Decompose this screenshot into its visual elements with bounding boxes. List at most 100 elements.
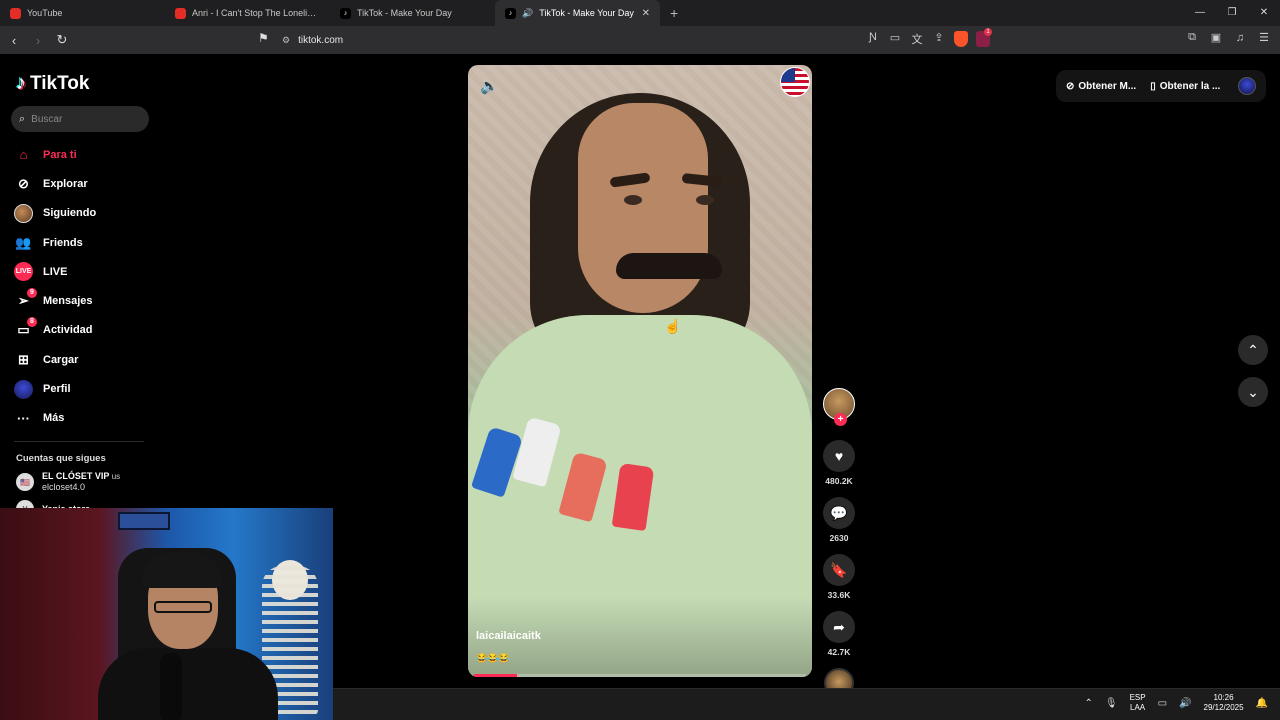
browser-toolbar: ‹ › ↻ ⚑ ⚙ tiktok.com Ɲ ▭ 文 ⇪ 1 ⧉ ▣ ♫ ☰ [0,26,1280,54]
youtube-icon [175,7,186,19]
restore-window-button[interactable]: ❐ [1216,0,1248,26]
compass-icon: ⊘ [18,175,29,191]
browser-tab-active[interactable]: ♪ 🔊 TikTok - Make Your Day ✕ [495,0,660,26]
volume-icon[interactable]: 🔈 [480,77,499,95]
language-indicator[interactable]: ESP LAA [1130,693,1146,713]
chevron-up-icon[interactable]: ⌃ [1084,698,1092,709]
activity-icon: ▭ 8 [14,316,37,340]
activity-badge: 8 [27,316,37,327]
address-bar[interactable]: ⚙ tiktok.com [282,31,343,49]
extensions-icon[interactable]: ⧉ [1184,31,1200,44]
cast-icon[interactable]: ▭ [888,31,902,47]
video-subject-eye [624,195,642,205]
sidebar-item-para-ti[interactable]: ⌂ Para ti [14,140,154,169]
back-button[interactable]: ‹ [4,33,24,48]
forward-button[interactable]: › [28,33,48,48]
share-arrow-icon: ➦ [833,618,845,635]
user-avatar[interactable] [1238,77,1256,95]
search-input[interactable] [31,113,132,125]
clock-date: 29/12/2025 [1203,703,1244,712]
minimize-window-button[interactable]: — [1184,0,1216,26]
share-button[interactable]: ➦ [823,611,855,643]
us-flag-icon [780,67,810,97]
tab-title: YouTube [27,8,63,18]
account-name: EL CLÓSET VIP [42,471,110,481]
microphone-icon[interactable]: 🎙 [1105,698,1118,709]
sidebar-item-explorar[interactable]: ⊘ Explorar [14,169,154,198]
menu-icon[interactable]: ☰ [1256,31,1272,44]
site-info-icon[interactable]: ⚙ [282,35,290,46]
tiktok-icon: ♪ [340,7,351,19]
phone-icon: ▯ [1150,80,1156,92]
sidebar-item-label: Siguiendo [43,207,97,220]
share-icon[interactable]: ⇪ [932,31,946,47]
video-player[interactable]: 🔈 laicailaicaitk 😂😂😂 [468,65,812,677]
sidebar-item-mensajes[interactable]: ➢ 9 Mensajes [14,286,154,315]
close-window-button[interactable]: ✕ [1248,0,1280,26]
sidebar-item-cargar[interactable]: ⊞ Cargar [14,345,154,374]
video-progress-bar[interactable] [474,674,806,677]
browser-tab[interactable]: ♪ TikTok - Make Your Day [330,0,495,26]
notifications-icon[interactable]: 🔔 [1256,698,1268,709]
audio-playing-icon[interactable]: 🔊 [522,8,533,19]
bookmark-icon: 🔖 [830,561,848,578]
sidebar-item-label: Perfil [43,383,71,396]
chevron-down-icon: ⌄ [1247,383,1259,400]
browser-tab[interactable]: YouTube [0,0,165,26]
volume-icon[interactable]: 🔊 [1179,698,1191,709]
sidebar-item-label: Mensajes [43,295,93,308]
language-code: ESP [1129,693,1146,702]
sidebar-item-actividad[interactable]: ▭ 8 Actividad [14,316,154,345]
creator-avatar[interactable]: + [823,388,855,426]
network-icon[interactable]: ▭ [1158,698,1167,709]
comment-icon: 💬 [830,504,848,521]
sidebar-item-siguiendo[interactable]: Siguiendo [14,199,154,228]
sidebar-item-perfil[interactable]: Perfil [14,374,154,403]
save-button[interactable]: 🔖 [823,554,855,586]
translate-icon[interactable]: 文 [910,31,924,47]
following-avatar-icon [14,203,33,223]
bookmark-icon[interactable]: ⚑ [258,31,269,45]
next-video-button[interactable]: ⌄ [1238,377,1268,407]
video-author[interactable]: laicailaicaitk [476,630,541,642]
sidebar-item-live[interactable]: LIVE LIVE [14,257,154,286]
sidebar-item-label: Explorar [43,177,88,190]
get-app-button[interactable]: ▯ Obtener la ... [1150,81,1220,92]
like-button[interactable]: ♥ [823,440,855,472]
sidebar-divider [14,441,144,442]
media-icon[interactable]: ♫ [1232,32,1248,44]
wallet-icon[interactable]: ▣ [1208,31,1224,44]
clock[interactable]: 10:26 29/12/2025 [1204,693,1244,713]
friends-icon: 👥 [15,234,32,250]
sidebar-item-friends[interactable]: 👥 Friends [14,228,154,257]
video-progress-fill [474,674,518,677]
url-text[interactable]: tiktok.com [298,35,343,46]
previous-video-button[interactable]: ⌃ [1238,335,1268,365]
save-count: 33.6K [827,590,851,600]
video-action-rail: + ♥ 480.2K 💬 2630 🔖 33.6K ➦ 42.7K [822,388,856,698]
tiktok-icon: ♪ [505,7,516,19]
account-handle: elcloset4.0 [42,482,86,492]
tiktok-logo[interactable]: ♪ TikTok [16,72,89,95]
following-account-item[interactable]: 🇺🇸 EL CLÓSET VIP us elcloset4.0 [16,471,146,493]
get-coins-button[interactable]: ⊘ Obtener M... [1066,81,1136,92]
search-icon[interactable]: ⌕ [19,113,25,126]
comment-button[interactable]: 💬 [823,497,855,529]
brave-rewards-icon[interactable]: 1 [976,28,992,47]
sidebar-nav: ⌂ Para ti ⊘ Explorar Siguiendo 👥 Friends… [14,140,154,433]
video-subject-eye [696,195,714,205]
search-box[interactable]: ⌕ [11,106,149,132]
rewards-badge: 1 [984,28,992,36]
video-subject-mustache [616,253,722,279]
new-tab-button[interactable]: + [660,5,688,21]
brave-shields-icon[interactable] [954,31,968,47]
follow-plus-icon[interactable]: + [834,413,847,426]
logo-text: TikTok [30,72,90,94]
sidebar-item-mas[interactable]: ··· Más [14,404,154,433]
sidebar-item-label: LIVE [43,265,68,278]
close-tab-icon[interactable]: ✕ [642,8,650,19]
browser-tab[interactable]: Anri - I Can't Stop The Loneliness (Su [165,0,330,26]
following-accounts-title: Cuentas que sigues [16,453,106,464]
reader-mode-icon[interactable]: Ɲ [866,31,880,47]
reload-button[interactable]: ↻ [52,32,72,48]
